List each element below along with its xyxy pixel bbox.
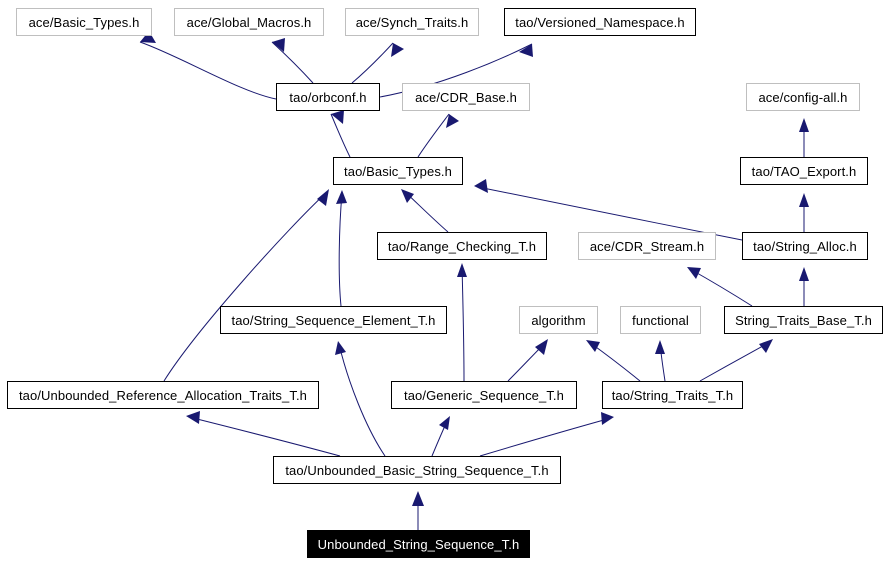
arrow-head-icon — [799, 193, 809, 207]
node-tao_unb_basic_str_seq[interactable]: tao/Unbounded_Basic_String_Sequence_T.h — [273, 456, 561, 484]
edge-tao_generic_seq-to-algorithm — [507, 339, 548, 382]
arrow-head-icon — [535, 339, 548, 355]
node-ace_basic_types[interactable]: ace/Basic_Types.h — [16, 8, 152, 36]
node-label: tao/String_Alloc.h — [753, 238, 857, 254]
edge-tao_string_traits-to-algorithm — [586, 340, 641, 382]
node-ace_cdr_stream[interactable]: ace/CDR_Stream.h — [578, 232, 716, 260]
arrow-head-icon — [799, 267, 809, 281]
node-label: tao/orbconf.h — [289, 89, 367, 105]
node-label: String_Traits_Base_T.h — [735, 312, 872, 328]
node-tao_basic_types[interactable]: tao/Basic_Types.h — [333, 157, 463, 185]
arrow-head-icon — [474, 179, 488, 193]
node-label: tao/Unbounded_Reference_Allocation_Trait… — [18, 387, 308, 403]
node-label: ace/Basic_Types.h — [28, 14, 140, 30]
node-ace_synch_traits[interactable]: ace/Synch_Traits.h — [345, 8, 479, 36]
edge-string_traits_base-to-ace_cdr_stream — [687, 267, 753, 307]
edge-tao_string_alloc-to-tao_basic_types — [474, 179, 743, 241]
arrow-head-icon — [586, 340, 600, 352]
edge-tao_tao_export-to-ace_config_all — [799, 118, 809, 157]
node-string_traits_base[interactable]: String_Traits_Base_T.h — [724, 306, 883, 334]
node-label: ace/CDR_Base.h — [415, 89, 517, 105]
arrow-head-icon — [601, 412, 614, 425]
node-label: Unbounded_String_Sequence_T.h — [317, 536, 520, 552]
edge-tao_orbconf-to-ace_synch_traits — [351, 42, 404, 84]
arrow-head-icon — [655, 340, 665, 354]
node-label: algorithm — [531, 312, 586, 328]
edge-tao_unb_basic_str_seq-to-tao_string_traits — [479, 412, 614, 457]
edge-unb_string_seq-to-tao_unb_basic_str_seq — [412, 491, 424, 530]
node-tao_orbconf[interactable]: tao/orbconf.h — [276, 83, 380, 111]
arrow-head-icon — [519, 44, 533, 57]
node-ace_config_all[interactable]: ace/config-all.h — [746, 83, 860, 111]
arrow-head-icon — [759, 339, 773, 353]
arrow-head-icon — [331, 110, 344, 124]
edge-tao_basic_types-to-ace_cdr_base — [417, 113, 459, 158]
node-functional[interactable]: functional — [620, 306, 701, 334]
arrow-head-icon — [272, 38, 285, 52]
node-tao_unb_ref_alloc[interactable]: tao/Unbounded_Reference_Allocation_Trait… — [7, 381, 319, 409]
include-dependency-graph: ace/Basic_Types.h ace/Global_Macros.h ace/… — [0, 0, 889, 563]
node-tao_range_checking[interactable]: tao/Range_Checking_T.h — [377, 232, 547, 260]
node-label: tao/TAO_Export.h — [751, 163, 857, 179]
node-tao_str_seq_elem[interactable]: tao/String_Sequence_Element_T.h — [220, 306, 447, 334]
edge-tao_str_seq_elem-to-tao_basic_types — [336, 190, 347, 307]
edge-tao_unb_basic_str_seq-to-tao_unb_ref_alloc — [186, 411, 341, 457]
edge-tao_range_checking-to-tao_basic_types — [401, 189, 449, 233]
node-label: tao/Unbounded_Basic_String_Sequence_T.h — [285, 462, 549, 478]
edge-tao_generic_seq-to-tao_range_checking — [457, 263, 467, 382]
edge-tao_unb_basic_str_seq-to-tao_generic_seq — [431, 416, 450, 457]
arrow-head-icon — [391, 43, 404, 57]
edge-tao_unb_ref_alloc-to-tao_basic_types — [163, 189, 329, 382]
node-label: ace/Global_Macros.h — [186, 14, 312, 30]
node-label: ace/config-all.h — [758, 89, 848, 105]
edge-tao_basic_types-to-tao_orbconf — [330, 110, 351, 158]
node-unb_string_seq: Unbounded_String_Sequence_T.h — [307, 530, 530, 558]
node-label: tao/Basic_Types.h — [344, 163, 452, 179]
edge-tao_orbconf-to-ace_basic_types — [139, 31, 277, 100]
arrow-head-icon — [439, 416, 450, 430]
node-tao_string_alloc[interactable]: tao/String_Alloc.h — [742, 232, 868, 260]
arrow-head-icon — [335, 341, 346, 355]
node-label: ace/CDR_Stream.h — [589, 238, 705, 254]
node-tao_versioned_ns[interactable]: tao/Versioned_Namespace.h — [504, 8, 696, 36]
node-label: tao/Range_Checking_T.h — [387, 238, 537, 254]
arrow-head-icon — [317, 189, 329, 206]
node-label: tao/String_Traits_T.h — [611, 387, 734, 403]
arrow-head-icon — [457, 263, 467, 277]
node-tao_generic_seq[interactable]: tao/Generic_Sequence_T.h — [391, 381, 577, 409]
node-label: tao/String_Sequence_Element_T.h — [231, 312, 436, 328]
arrow-head-icon — [412, 491, 424, 506]
edge-tao_string_traits-to-string_traits_base — [699, 339, 773, 382]
edge-tao_string_traits-to-functional — [655, 340, 666, 382]
edge-tao_unb_basic_str_seq-to-tao_str_seq_elem — [335, 341, 386, 457]
arrow-head-icon — [186, 411, 200, 424]
arrow-head-icon — [401, 189, 414, 203]
edge-tao_string_alloc-to-tao_tao_export — [799, 193, 809, 232]
node-tao_tao_export[interactable]: tao/TAO_Export.h — [740, 157, 868, 185]
node-label: tao/Generic_Sequence_T.h — [404, 387, 564, 403]
arrow-head-icon — [336, 190, 347, 204]
arrow-head-icon — [687, 267, 701, 279]
node-algorithm[interactable]: algorithm — [519, 306, 598, 334]
node-label: tao/Versioned_Namespace.h — [515, 14, 685, 30]
node-label: functional — [632, 312, 689, 328]
node-label: ace/Synch_Traits.h — [355, 14, 469, 30]
arrow-head-icon — [799, 118, 809, 132]
node-ace_global_macros[interactable]: ace/Global_Macros.h — [174, 8, 324, 36]
node-tao_string_traits[interactable]: tao/String_Traits_T.h — [602, 381, 743, 409]
node-ace_cdr_base[interactable]: ace/CDR_Base.h — [402, 83, 530, 111]
edge-tao_orbconf-to-ace_global_macros — [271, 38, 314, 84]
edge-string_traits_base-to-tao_string_alloc — [799, 267, 809, 306]
